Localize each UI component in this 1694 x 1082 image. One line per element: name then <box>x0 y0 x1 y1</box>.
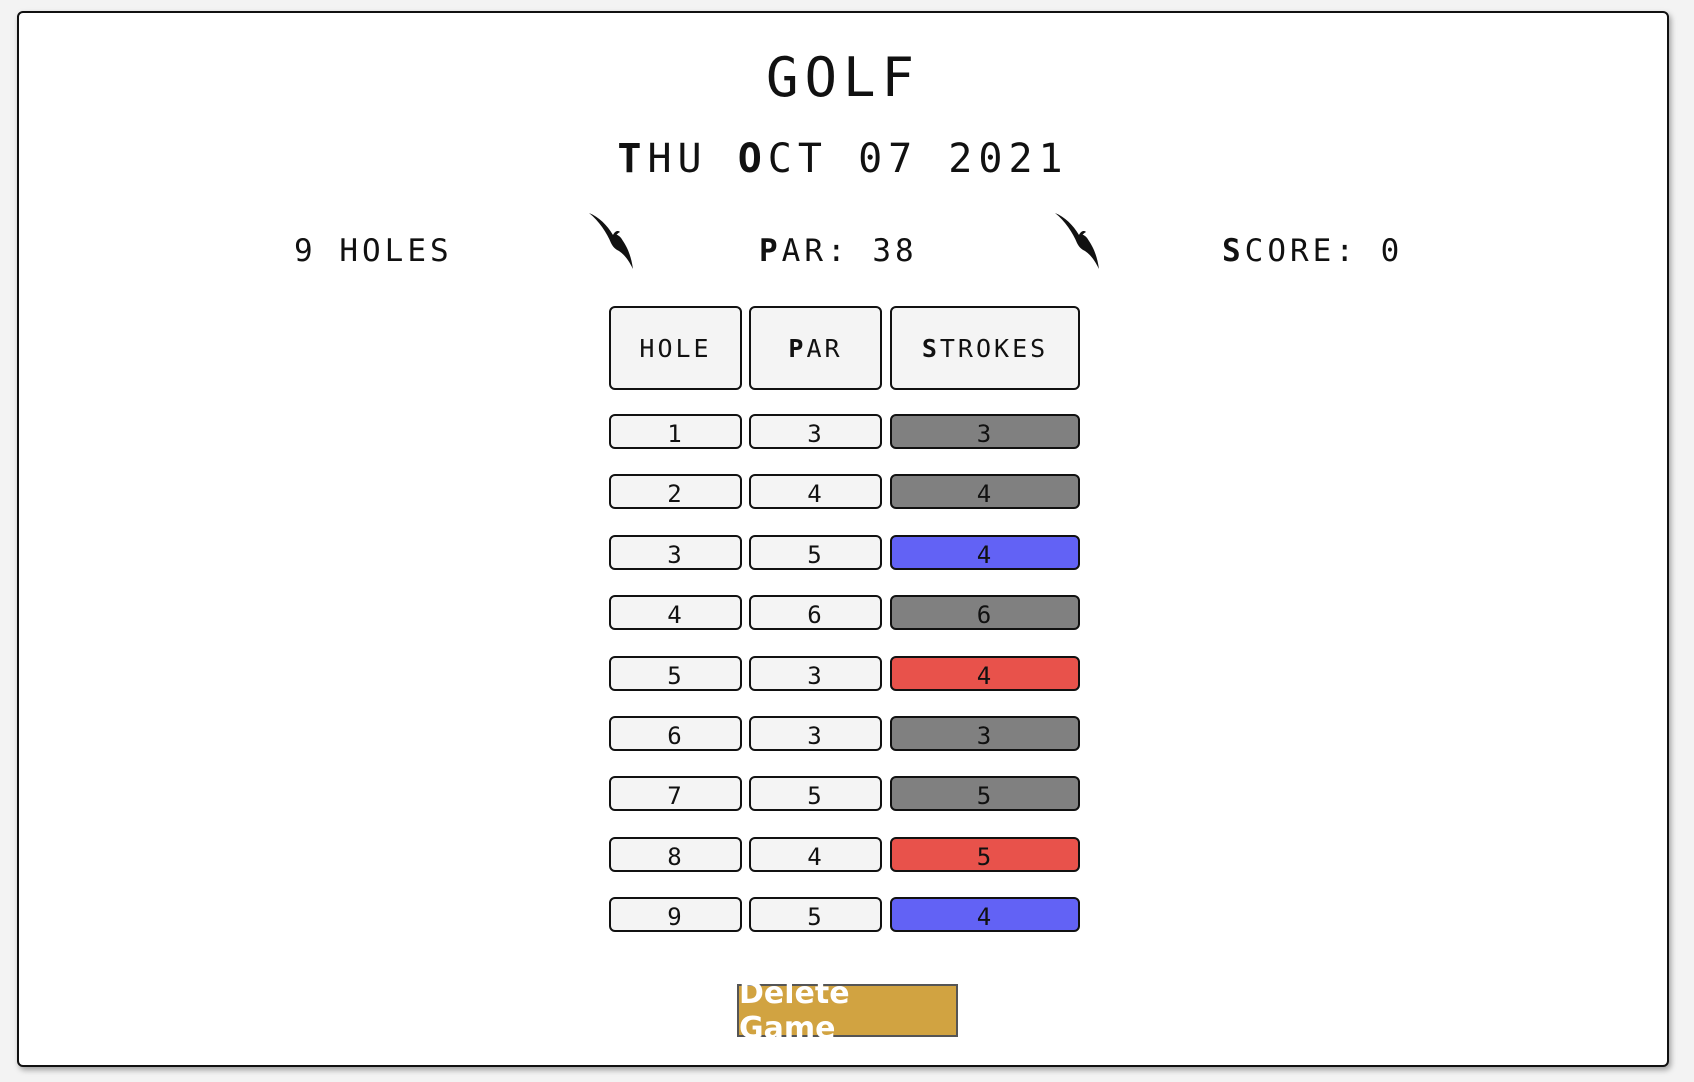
bird-icon <box>589 213 633 269</box>
hole-cell: 6 <box>609 716 742 751</box>
hole-cell: 4 <box>609 595 742 630</box>
page-title: GOLF <box>765 46 921 109</box>
par-cell: 6 <box>749 595 882 630</box>
delete-game-button[interactable]: Delete Game <box>737 976 958 1046</box>
par-cell: 5 <box>749 776 882 811</box>
hole-cell: 9 <box>609 897 742 932</box>
strokes-input[interactable]: 3 <box>890 716 1080 751</box>
strokes-input[interactable]: 4 <box>890 897 1080 932</box>
hole-cell: 8 <box>609 837 742 872</box>
bird-icon <box>1055 213 1099 269</box>
strokes-input[interactable]: 5 <box>890 837 1080 872</box>
par-cell: 3 <box>749 716 882 751</box>
hole-cell: 2 <box>609 474 742 509</box>
par-cell: 5 <box>749 535 882 570</box>
header-hole: HOLE <box>609 306 742 390</box>
strokes-input[interactable]: 3 <box>890 414 1080 449</box>
strokes-input[interactable]: 4 <box>890 656 1080 691</box>
strokes-input[interactable]: 6 <box>890 595 1080 630</box>
holes-count: 9 HOLES <box>294 233 453 269</box>
par-cell: 4 <box>749 837 882 872</box>
hole-cell: 3 <box>609 535 742 570</box>
par-total: PAR: 38 <box>759 233 918 269</box>
game-card: GOLF THU OCT 07 2021 9 HOLES PAR: 38 SCO… <box>17 11 1669 1067</box>
strokes-input[interactable]: 4 <box>890 535 1080 570</box>
header-strokes: S TROKES <box>890 306 1080 390</box>
score-total: SCORE: 0 <box>1222 233 1404 269</box>
par-cell: 4 <box>749 474 882 509</box>
hole-cell: 1 <box>609 414 742 449</box>
header-par: P AR <box>749 306 882 390</box>
strokes-input[interactable]: 4 <box>890 474 1080 509</box>
par-cell: 5 <box>749 897 882 932</box>
strokes-input[interactable]: 5 <box>890 776 1080 811</box>
game-date: THU OCT 07 2021 <box>617 136 1069 182</box>
par-cell: 3 <box>749 656 882 691</box>
par-cell: 3 <box>749 414 882 449</box>
hole-cell: 5 <box>609 656 742 691</box>
hole-cell: 7 <box>609 776 742 811</box>
